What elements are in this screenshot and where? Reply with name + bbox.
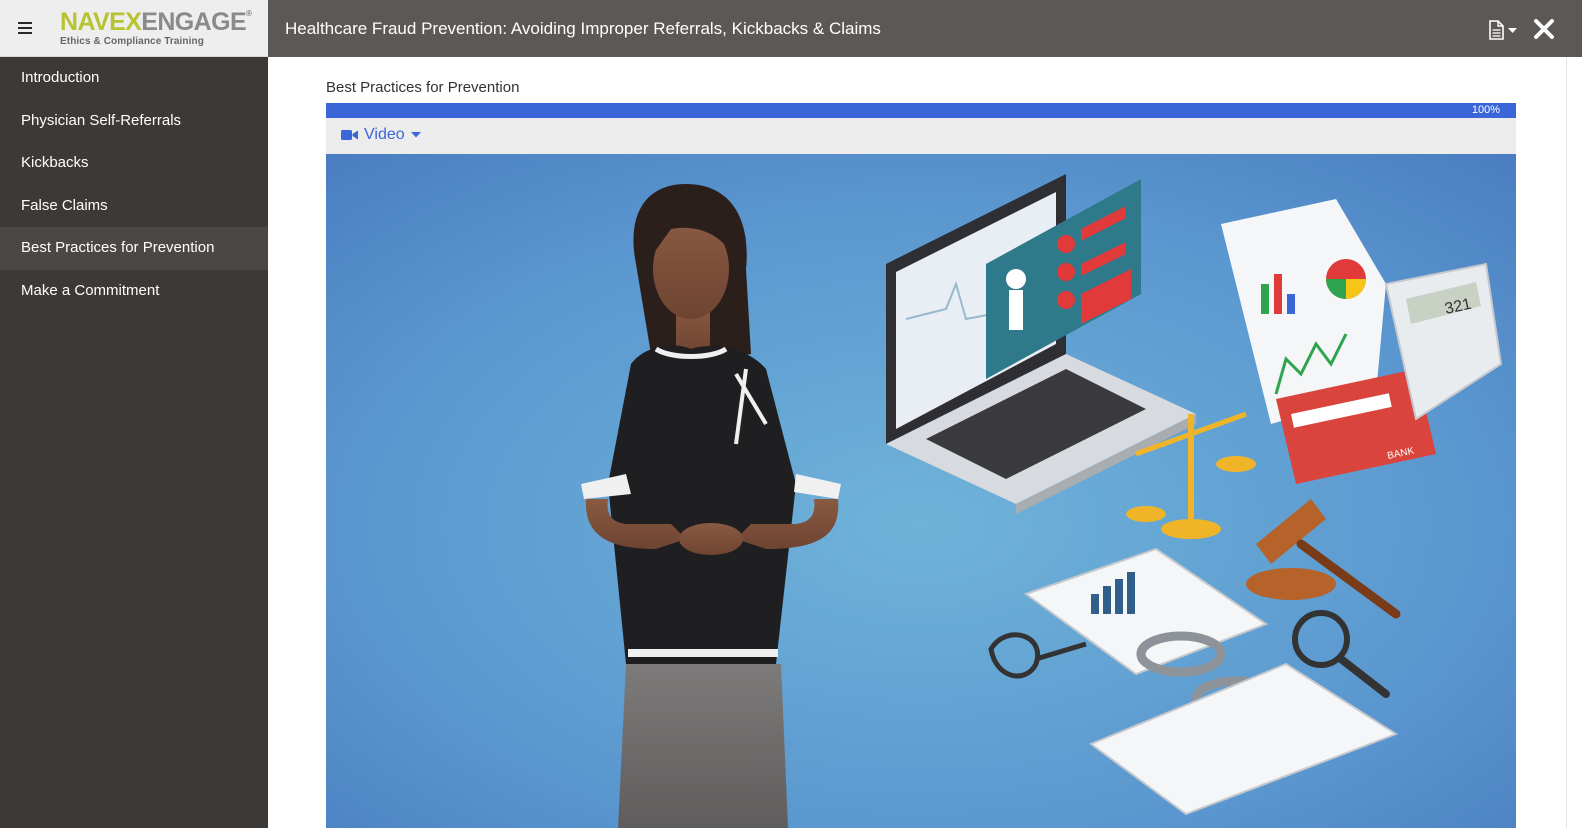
logo-engage-text: ENGAGE xyxy=(141,8,247,36)
section-title: Best Practices for Prevention xyxy=(326,79,520,96)
presenter-illustration: BANK 321 xyxy=(326,154,1516,828)
close-button[interactable] xyxy=(1531,16,1557,42)
sidebar-item-kickbacks[interactable]: Kickbacks xyxy=(0,142,268,185)
menu-icon[interactable] xyxy=(18,20,36,36)
progress-bar: 100% xyxy=(326,103,1516,118)
progress-fill xyxy=(326,103,1516,118)
chevron-down-icon xyxy=(410,132,421,138)
logo-navex-text: NAVEX xyxy=(60,8,142,36)
media-toolbar: Video xyxy=(326,118,1516,154)
sidebar-item-physician-self-referrals[interactable]: Physician Self-Referrals xyxy=(0,100,268,143)
lesson-sidebar: Introduction Physician Self-Referrals Ki… xyxy=(0,57,268,828)
logo-tagline: Ethics & Compliance Training xyxy=(60,36,204,47)
document-icon xyxy=(1489,20,1517,40)
sidebar-item-introduction[interactable]: Introduction xyxy=(0,57,268,100)
chevron-down-icon xyxy=(1508,28,1517,33)
progress-label: 100% xyxy=(1471,104,1500,116)
video-player[interactable]: BANK 321 xyxy=(326,154,1516,828)
close-icon xyxy=(1534,19,1554,39)
video-camera-icon xyxy=(341,130,358,140)
document-menu-button[interactable] xyxy=(1487,20,1521,40)
navex-engage-logo: NAVEXENGAGE® Ethics & Compliance Trainin… xyxy=(60,8,252,47)
course-title: Healthcare Fraud Prevention: Avoiding Im… xyxy=(285,19,881,38)
video-tab[interactable]: Video xyxy=(341,126,421,144)
page-scrollbar[interactable] xyxy=(1566,57,1582,828)
sidebar-item-false-claims[interactable]: False Claims xyxy=(0,185,268,228)
sidebar-item-best-practices[interactable]: Best Practices for Prevention xyxy=(0,227,268,270)
brand-area: NAVEXENGAGE® Ethics & Compliance Trainin… xyxy=(0,0,268,57)
sidebar-item-make-a-commitment[interactable]: Make a Commitment xyxy=(0,270,268,313)
top-bar: NAVEXENGAGE® Ethics & Compliance Trainin… xyxy=(0,0,1582,57)
video-tab-label: Video xyxy=(364,126,405,143)
